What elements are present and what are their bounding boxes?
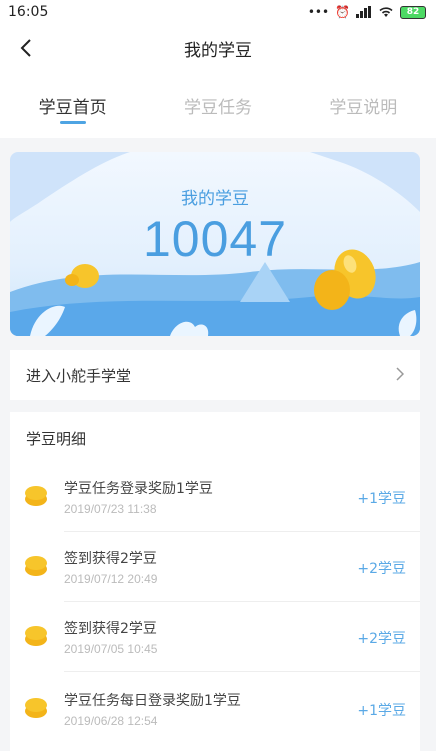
tab-home[interactable]: 学豆首页 bbox=[0, 72, 145, 138]
status-time: 16:05 bbox=[8, 4, 49, 20]
list-item: 签到获得2学豆 2019/07/05 10:45 +2学豆 bbox=[10, 602, 420, 672]
record-description: 学豆任务每日登录奖励1学豆 bbox=[64, 693, 241, 709]
record-amount: +1学豆 bbox=[357, 703, 406, 719]
details-title: 学豆明细 bbox=[26, 430, 87, 448]
balance-label: 我的学豆 bbox=[181, 189, 249, 209]
bean-details: 学豆明细 学豆任务登录奖励1学豆 2019/07/23 11:38 +1学豆 签… bbox=[10, 412, 420, 751]
coin-icon bbox=[25, 486, 47, 506]
list-item: 学豆任务每日登录奖励1学豆 2019/06/28 12:54 +1学豆 bbox=[10, 674, 420, 744]
record-time: 2019/06/28 12:54 bbox=[64, 714, 158, 728]
signal-icon bbox=[356, 6, 371, 18]
record-time: 2019/07/05 10:45 bbox=[64, 642, 158, 656]
enter-school-label: 进入小舵手学堂 bbox=[26, 366, 132, 385]
battery-icon: 82 bbox=[400, 5, 426, 19]
enter-school-link[interactable]: 进入小舵手学堂 bbox=[10, 350, 420, 400]
divider bbox=[64, 671, 420, 672]
coin-icon bbox=[25, 556, 47, 576]
record-description: 签到获得2学豆 bbox=[64, 621, 157, 637]
coin-icon bbox=[25, 626, 47, 646]
tab-tasks[interactable]: 学豆任务 bbox=[145, 72, 290, 138]
chevron-right-icon bbox=[396, 366, 405, 385]
tab-active-indicator bbox=[59, 121, 86, 124]
nav-bar: 我的学豆 bbox=[0, 24, 436, 72]
record-description: 签到获得2学豆 bbox=[64, 551, 157, 567]
list-item: 签到获得2学豆 2019/07/12 20:49 +2学豆 bbox=[10, 532, 420, 602]
record-description: 学豆任务登录奖励1学豆 bbox=[64, 481, 213, 497]
bean-balance-card: 我的学豆 10047 bbox=[10, 152, 420, 336]
record-time: 2019/07/12 20:49 bbox=[64, 572, 158, 586]
status-bar: 16:05 ••• ⏰ 82 bbox=[0, 0, 436, 24]
record-amount: +2学豆 bbox=[357, 561, 406, 577]
alarm-icon: ⏰ bbox=[335, 5, 350, 19]
status-icons: ••• ⏰ 82 bbox=[308, 5, 426, 19]
wifi-icon bbox=[379, 7, 393, 17]
record-time: 2019/07/23 11:38 bbox=[64, 502, 157, 516]
tab-bar: 学豆首页 学豆任务 学豆说明 bbox=[0, 72, 436, 138]
more-icon: ••• bbox=[307, 5, 330, 19]
record-amount: +1学豆 bbox=[357, 491, 406, 507]
tab-label: 学豆首页 bbox=[38, 97, 107, 118]
balance-value: 10047 bbox=[142, 211, 288, 267]
back-button[interactable] bbox=[10, 32, 42, 64]
tab-label: 学豆说明 bbox=[329, 97, 398, 118]
back-arrow-icon bbox=[20, 39, 31, 57]
page-title: 我的学豆 bbox=[184, 40, 252, 61]
record-amount: +2学豆 bbox=[357, 631, 406, 647]
list-item: 学豆任务登录奖励1学豆 2019/07/23 11:38 +1学豆 bbox=[10, 462, 420, 532]
tab-explanation[interactable]: 学豆说明 bbox=[291, 72, 436, 138]
tab-label: 学豆任务 bbox=[183, 97, 252, 118]
coin-icon bbox=[25, 698, 47, 718]
